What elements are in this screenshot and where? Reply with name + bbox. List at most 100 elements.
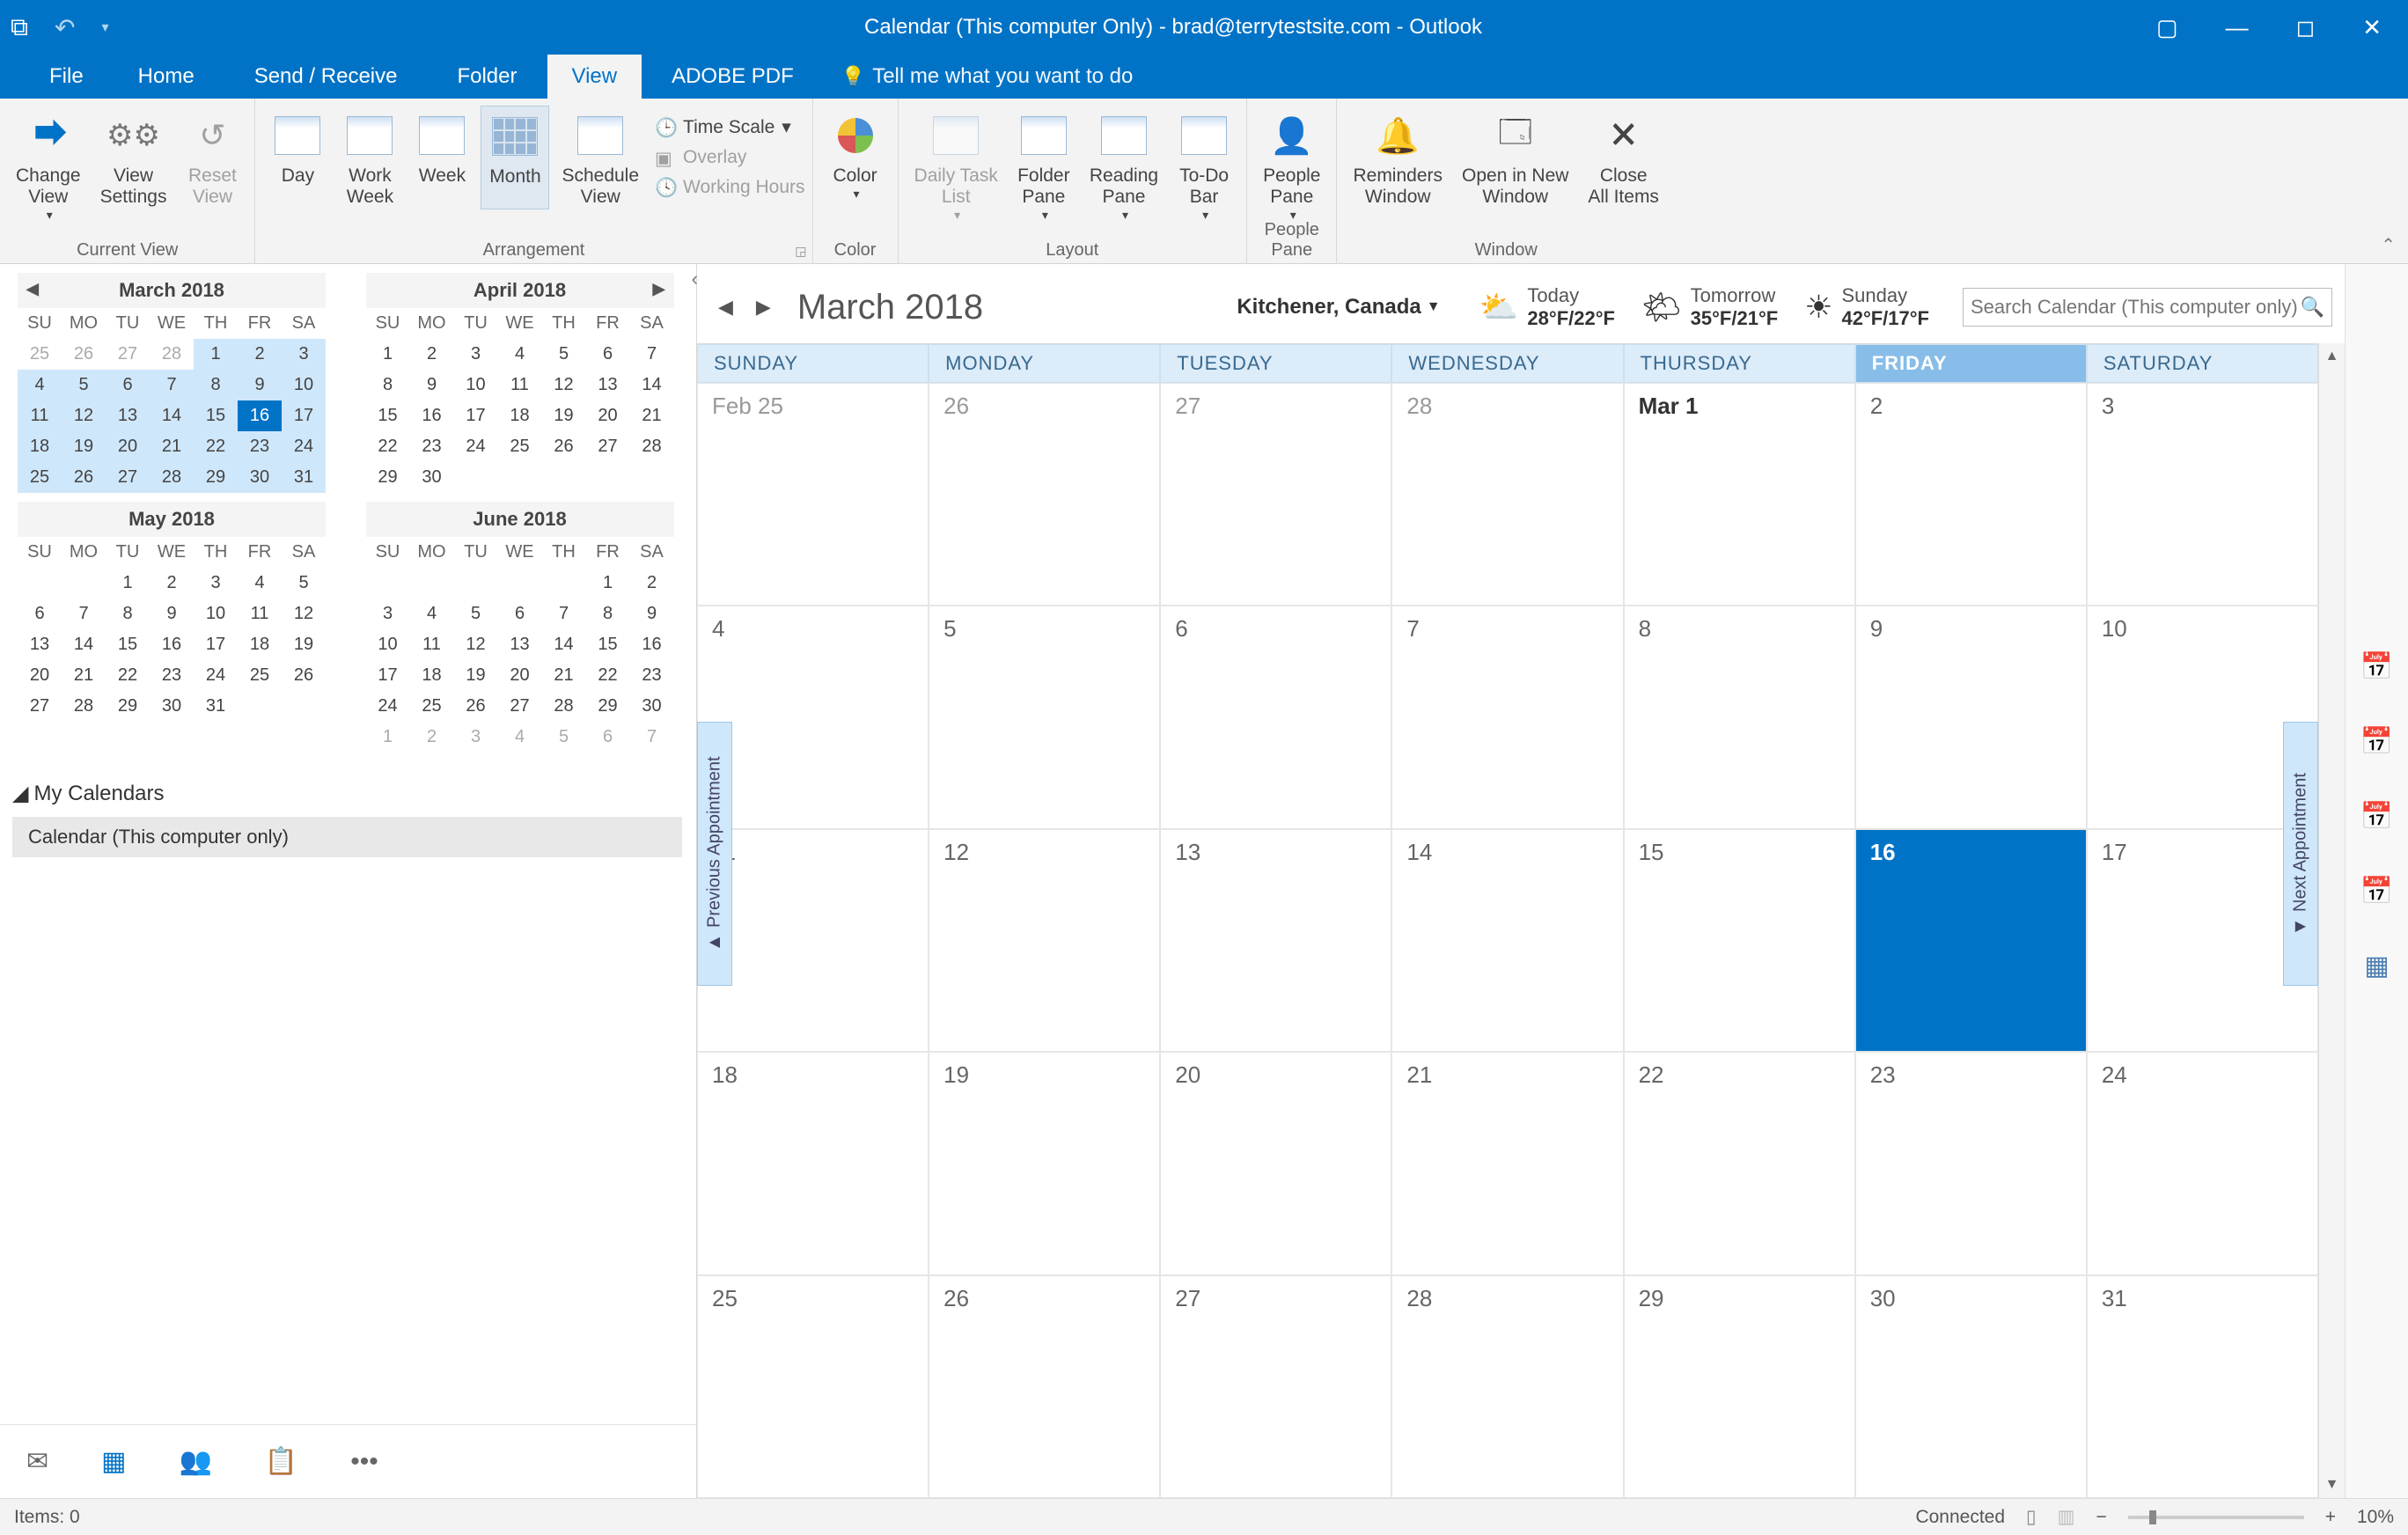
mini-day-cell[interactable]: 18	[18, 431, 62, 462]
mini-day-cell[interactable]: 15	[194, 400, 238, 431]
mini-day-cell[interactable]: 9	[238, 370, 282, 400]
mini-day-cell[interactable]: 27	[498, 691, 542, 722]
mini-day-cell[interactable]: 26	[454, 691, 498, 722]
open-new-window-button[interactable]: 🗔Open in New Window	[1455, 106, 1575, 209]
day-cell[interactable]: 20	[1160, 1052, 1391, 1274]
day-cell[interactable]: 26	[929, 1275, 1160, 1498]
mini-day-cell[interactable]: 11	[498, 370, 542, 400]
mini-day-cell[interactable]: 22	[106, 660, 150, 691]
mini-day-cell[interactable]: 31	[194, 691, 238, 722]
mini-day-cell[interactable]: 4	[18, 370, 62, 400]
mini-day-cell[interactable]: 20	[498, 660, 542, 691]
day-cell[interactable]: 25	[697, 1275, 929, 1498]
schedule-view-button[interactable]: Schedule View	[554, 106, 646, 209]
day-cell[interactable]: 22	[1624, 1052, 1855, 1274]
mini-day-cell[interactable]: 30	[238, 462, 282, 493]
mini-day-cell[interactable]: 10	[282, 370, 326, 400]
change-view-button[interactable]: Change View▾	[9, 106, 88, 224]
mini-day-cell[interactable]: 12	[454, 629, 498, 660]
tab-file[interactable]: File	[25, 55, 108, 99]
mini-day-cell[interactable]: 3	[194, 568, 238, 599]
mini-day-cell[interactable]: 16	[150, 629, 194, 660]
mini-day-cell[interactable]: 8	[194, 370, 238, 400]
mini-day-cell[interactable]: 3	[282, 339, 326, 370]
day-cell[interactable]: 24	[2087, 1052, 2318, 1274]
day-cell[interactable]: 19	[929, 1052, 1160, 1274]
day-cell[interactable]: 14	[1391, 829, 1623, 1052]
day-cell[interactable]: 28	[1391, 1275, 1623, 1498]
mini-day-cell[interactable]: 25	[498, 431, 542, 462]
mini-day-cell[interactable]: 30	[630, 691, 674, 722]
ribbon-display-icon[interactable]: ▢	[2156, 14, 2178, 41]
month-button[interactable]: Month	[481, 106, 549, 209]
mini-day-cell[interactable]: 13	[498, 629, 542, 660]
mini-day-cell[interactable]: 13	[586, 370, 630, 400]
mini-day-cell[interactable]: 6	[586, 722, 630, 753]
day-cell[interactable]: Feb 25	[697, 383, 929, 606]
mini-day-cell[interactable]	[366, 568, 410, 599]
mini-day-cell[interactable]: 15	[586, 629, 630, 660]
app-icon[interactable]: ⧉	[11, 13, 28, 42]
mini-day-cell[interactable]: 7	[630, 339, 674, 370]
mini-day-cell[interactable]: 23	[150, 660, 194, 691]
view-normal-icon[interactable]: ▯	[2026, 1506, 2037, 1528]
weather-item[interactable]: 🌤Tomorrow35°F/21°F	[1641, 284, 1778, 330]
peek-calendar-people-icon[interactable]: 📅	[2360, 651, 2393, 682]
mini-day-cell[interactable]: 25	[410, 691, 454, 722]
mini-calendar-header[interactable]: ◀March 2018	[18, 273, 326, 308]
peek-calendar-icon[interactable]: ▦	[2364, 951, 2389, 981]
reading-pane-button[interactable]: Reading Pane▾	[1083, 106, 1165, 224]
day-cell[interactable]: 26	[929, 383, 1160, 606]
mini-day-cell[interactable]: 26	[542, 431, 586, 462]
mini-day-cell[interactable]: 25	[238, 660, 282, 691]
mini-day-cell[interactable]: 10	[194, 599, 238, 629]
day-cell[interactable]: 15	[1624, 829, 1855, 1052]
mini-day-cell[interactable]: 4	[498, 339, 542, 370]
mail-icon[interactable]: ✉	[26, 1446, 48, 1477]
mini-day-cell[interactable]: 29	[366, 462, 410, 493]
tell-me-search[interactable]: 💡 Tell me what you want to do	[841, 64, 1134, 89]
mini-calendar-header[interactable]: June 2018	[366, 502, 674, 537]
tab-folder[interactable]: Folder	[427, 55, 547, 99]
calendar-item[interactable]: Calendar (This computer only)	[12, 817, 682, 857]
mini-day-cell[interactable]: 6	[18, 599, 62, 629]
mini-day-cell[interactable]: 27	[586, 431, 630, 462]
mini-day-cell[interactable]	[62, 568, 106, 599]
mini-day-cell[interactable]: 28	[542, 691, 586, 722]
day-cell[interactable]: 9	[1855, 606, 2087, 828]
mini-day-cell[interactable]: 6	[586, 339, 630, 370]
mini-day-cell[interactable]	[410, 568, 454, 599]
maximize-icon[interactable]: ◻	[2296, 14, 2316, 41]
day-cell[interactable]: 8	[1624, 606, 1855, 828]
mini-day-cell[interactable]: 19	[542, 400, 586, 431]
mini-day-cell[interactable]: 19	[282, 629, 326, 660]
people-pane-button[interactable]: 👤People Pane▾	[1256, 106, 1327, 224]
mini-day-cell[interactable]	[18, 568, 62, 599]
day-cell[interactable]: 28	[1391, 383, 1623, 606]
day-button[interactable]: Day	[264, 106, 331, 209]
previous-appointment-tab[interactable]: ◀Previous Appointment	[697, 722, 732, 986]
mini-day-cell[interactable]: 17	[454, 400, 498, 431]
mini-day-cell[interactable]: 21	[150, 431, 194, 462]
mini-day-cell[interactable]: 12	[542, 370, 586, 400]
mini-day-cell[interactable]: 7	[150, 370, 194, 400]
search-calendar-input[interactable]: 🔍	[1963, 288, 2332, 327]
mini-day-cell[interactable]: 26	[62, 462, 106, 493]
mini-calendar-header[interactable]: May 2018	[18, 502, 326, 537]
work-week-button[interactable]: Work Week	[336, 106, 403, 209]
mini-day-cell[interactable]: 1	[586, 568, 630, 599]
mini-day-cell[interactable]: 12	[62, 400, 106, 431]
day-cell[interactable]: 21	[1391, 1052, 1623, 1274]
mini-day-cell[interactable]: 6	[498, 599, 542, 629]
mini-day-cell[interactable]: 2	[150, 568, 194, 599]
mini-day-cell[interactable]: 29	[586, 691, 630, 722]
day-cell[interactable]: 3	[2087, 383, 2318, 606]
mini-day-cell[interactable]: 2	[410, 722, 454, 753]
mini-day-cell[interactable]: 27	[106, 462, 150, 493]
next-month-icon[interactable]: ▶	[653, 280, 665, 298]
tab-home[interactable]: Home	[108, 55, 224, 99]
reminders-window-button[interactable]: 🔔Reminders Window	[1346, 106, 1450, 209]
mini-day-cell[interactable]: 2	[630, 568, 674, 599]
day-cell[interactable]: 29	[1624, 1275, 1855, 1498]
mini-day-cell[interactable]: 12	[282, 599, 326, 629]
